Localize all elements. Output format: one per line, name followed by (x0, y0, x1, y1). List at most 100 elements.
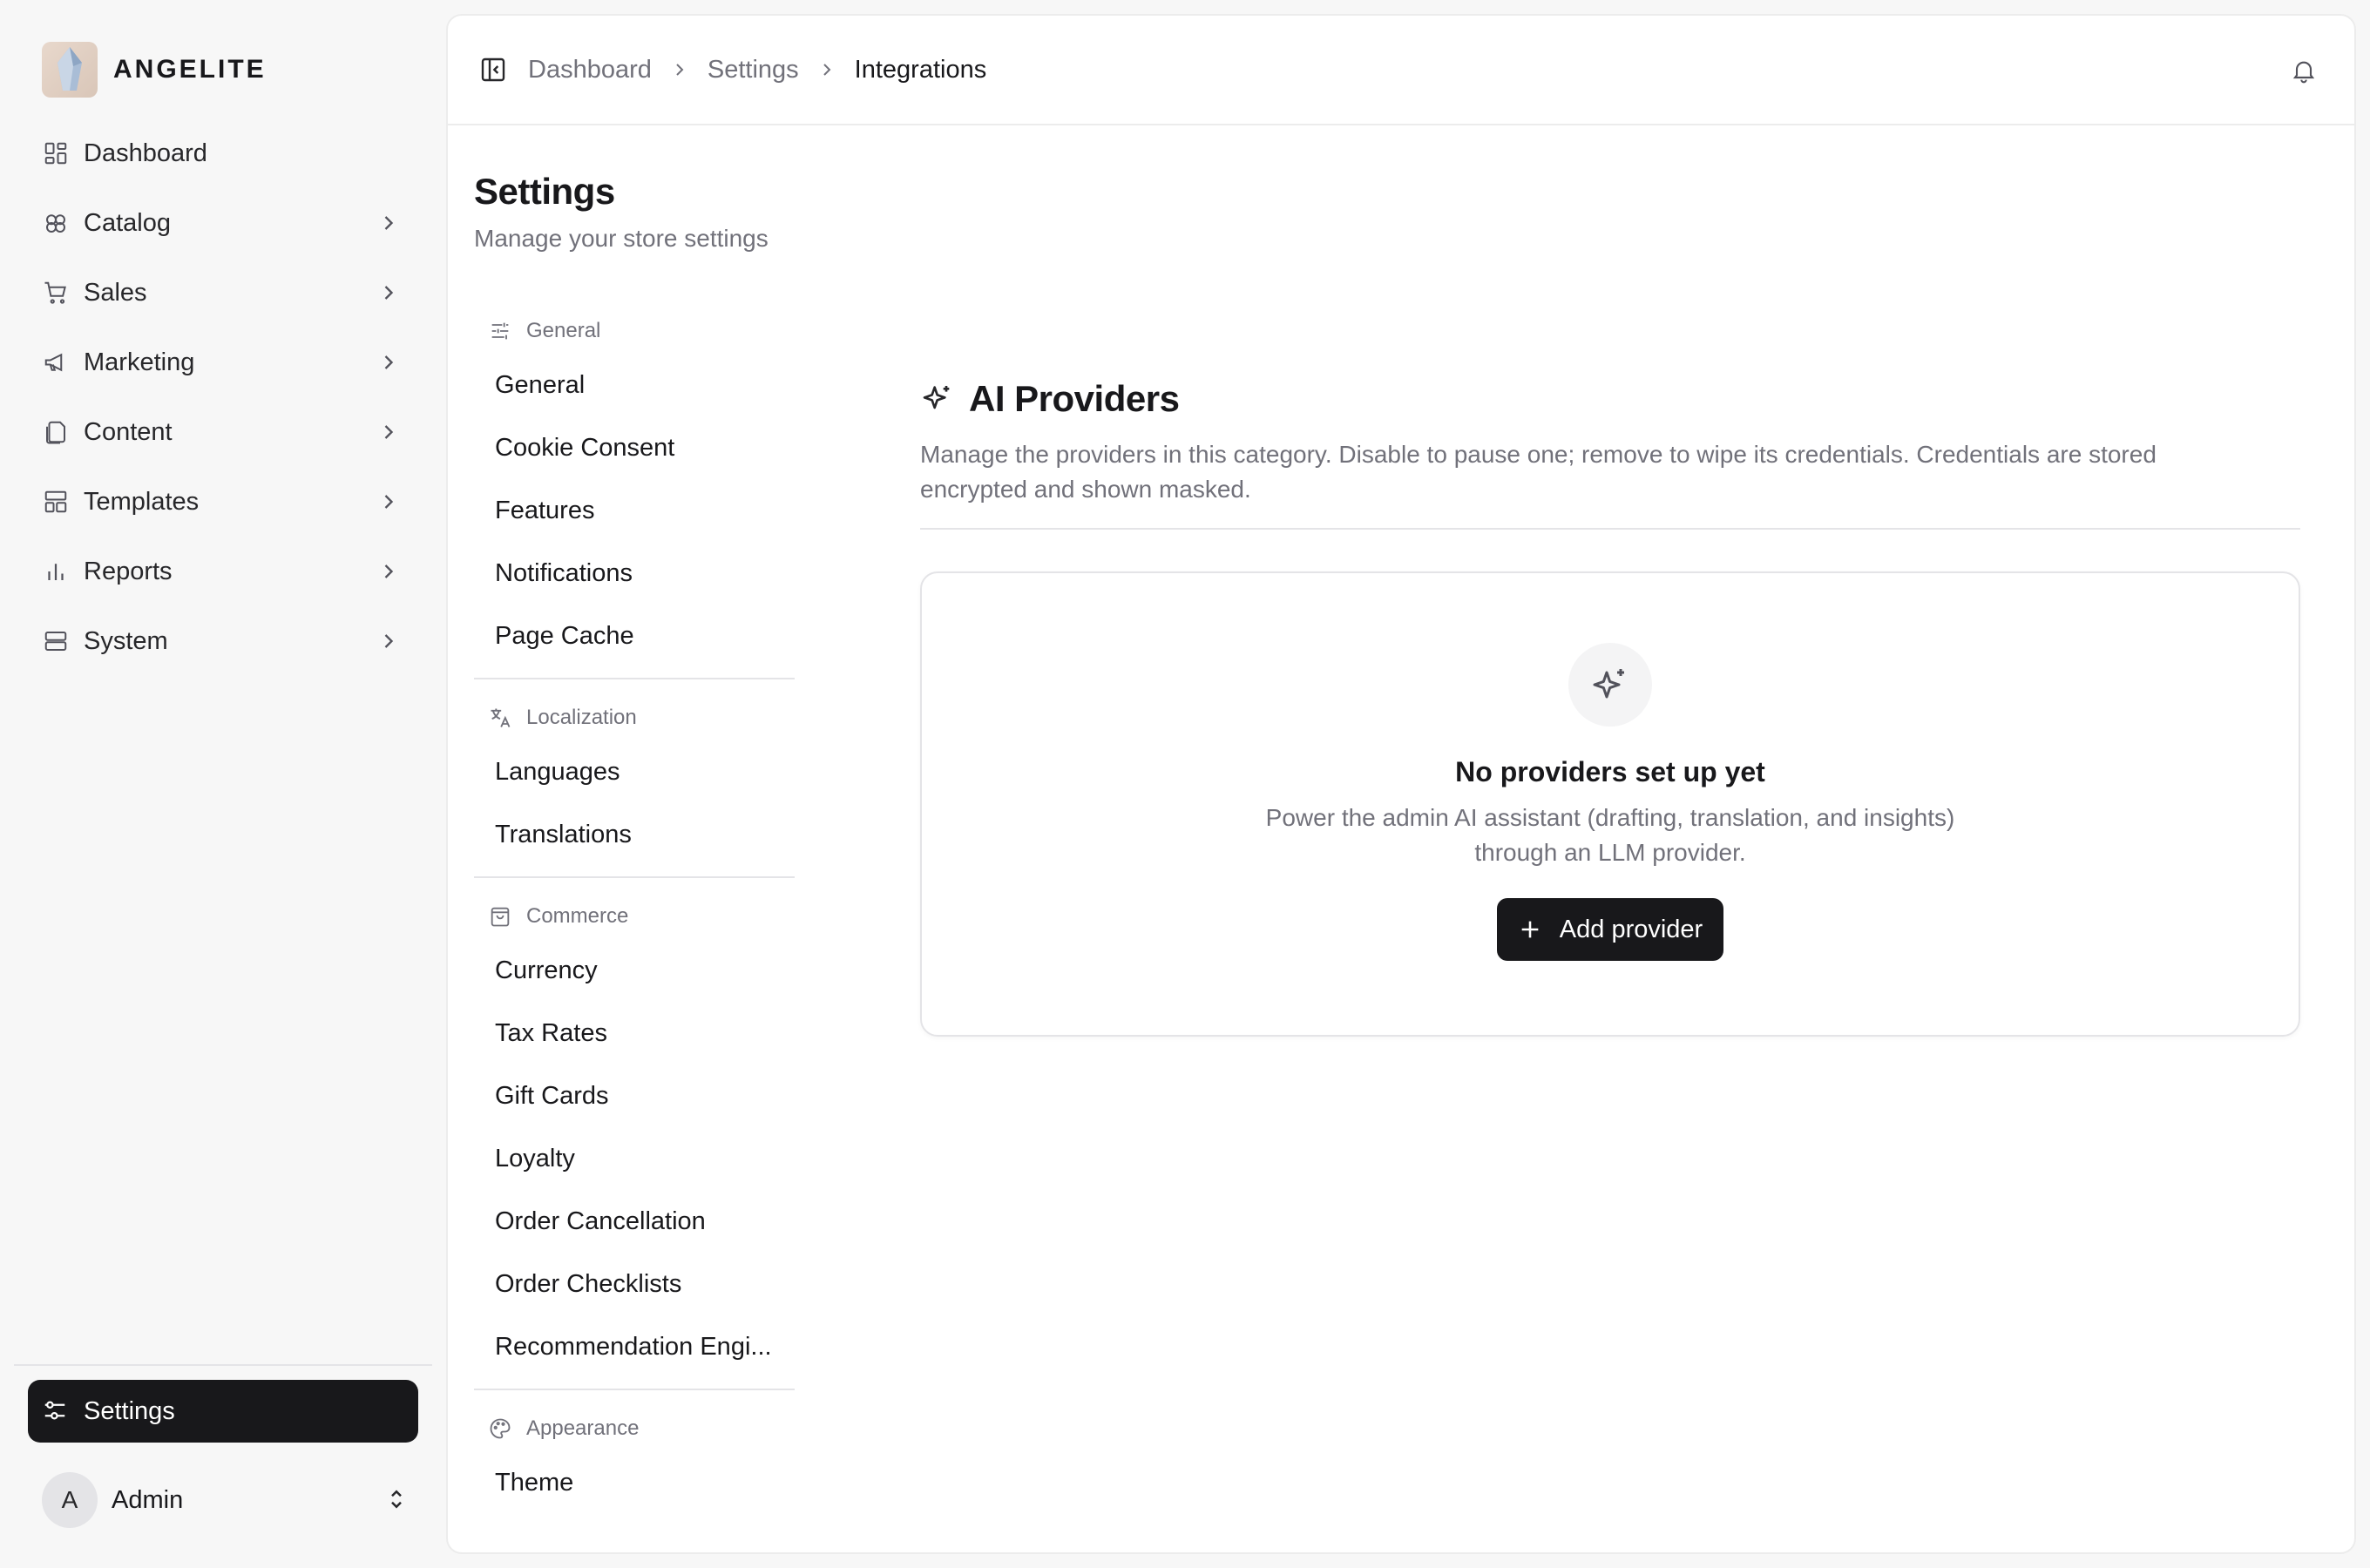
main-nav: Dashboard Catalog Sales Marketing Conten… (28, 122, 418, 679)
sidebar-item-catalog[interactable]: Catalog (28, 192, 418, 254)
group-heading-general: General (474, 308, 795, 354)
section-description: Manage the providers in this category. D… (920, 441, 2157, 503)
settings-sliders-icon (42, 1397, 70, 1425)
sidebar-item-label: Dashboard (84, 139, 207, 167)
subnav-item-order-cancellation[interactable]: Order Cancellation (474, 1190, 795, 1253)
page-subtitle: Manage your store settings (474, 225, 769, 252)
sidebar-item-label: Templates (84, 487, 200, 516)
subnav-divider (474, 1389, 795, 1390)
chevron-right-icon (376, 280, 401, 305)
dashboard-icon (42, 139, 70, 167)
group-heading-label: General (526, 319, 601, 342)
group-heading-label: Localization (526, 706, 637, 729)
chevron-right-icon (669, 59, 690, 80)
chevron-right-icon (376, 629, 401, 653)
sidebar-item-label: Content (84, 417, 173, 446)
sidebar-item-label: Marketing (84, 348, 195, 376)
sidebar-toggle-icon[interactable] (479, 56, 507, 84)
plus-icon (1518, 917, 1542, 942)
subnav-item-cookie-consent[interactable]: Cookie Consent (474, 416, 795, 479)
subnav-item-notifications[interactable]: Notifications (474, 542, 795, 605)
chevron-right-icon (816, 59, 837, 80)
group-heading-label: Commerce (526, 904, 629, 928)
files-icon (42, 418, 70, 446)
group-heading-appearance: Appearance (474, 1406, 795, 1451)
subnav-item-languages[interactable]: Languages (474, 740, 795, 803)
subnav-item-gift-cards[interactable]: Gift Cards (474, 1064, 795, 1127)
subnav-item-order-checklists[interactable]: Order Checklists (474, 1253, 795, 1315)
sidebar-item-sales[interactable]: Sales (28, 261, 418, 324)
empty-state-card: No providers set up yet Power the admin … (920, 571, 2300, 1037)
chevron-right-icon (376, 490, 401, 514)
subnav-item-tax-rates[interactable]: Tax Rates (474, 1002, 795, 1064)
translate-icon (488, 706, 512, 730)
subnav-item-page-cache[interactable]: Page Cache (474, 605, 795, 667)
section-divider (920, 528, 2300, 530)
sidebar-item-marketing[interactable]: Marketing (28, 331, 418, 394)
avatar: A (42, 1472, 98, 1528)
chevrons-up-down-icon (383, 1486, 411, 1514)
sidebar-item-content[interactable]: Content (28, 401, 418, 463)
group-heading-localization: Localization (474, 695, 795, 740)
subnav-item-features[interactable]: Features (474, 479, 795, 542)
empty-state-icon-badge (1568, 643, 1652, 727)
shopping-bag-icon (488, 904, 512, 929)
group-heading-label: Appearance (526, 1416, 640, 1440)
sidebar-item-label: Reports (84, 557, 173, 585)
sidebar-item-label: Catalog (84, 208, 171, 237)
chevron-right-icon (376, 350, 401, 375)
subnav-item-loyalty[interactable]: Loyalty (474, 1127, 795, 1190)
chevron-right-icon (376, 211, 401, 235)
bell-icon[interactable] (2290, 57, 2318, 84)
breadcrumb-settings[interactable]: Settings (708, 56, 799, 84)
subnav-item-translations[interactable]: Translations (474, 803, 795, 866)
sidebar-item-label: Sales (84, 278, 147, 307)
sidebar-divider (14, 1364, 432, 1366)
sliders-icon (488, 319, 512, 343)
empty-state-title: No providers set up yet (1455, 756, 1765, 787)
topbar: Dashboard Settings Integrations (448, 16, 2354, 125)
brand-logo (42, 42, 98, 98)
palette-icon (488, 1416, 512, 1441)
chevron-right-icon (376, 420, 401, 444)
subnav-item-theme[interactable]: Theme (474, 1451, 795, 1514)
brand[interactable]: ANGELITE (42, 42, 267, 98)
sidebar-item-dashboard[interactable]: Dashboard (28, 122, 418, 185)
subnav-item-currency[interactable]: Currency (474, 939, 795, 1002)
sidebar-item-reports[interactable]: Reports (28, 540, 418, 603)
breadcrumb-dashboard[interactable]: Dashboard (528, 56, 652, 84)
sidebar: ANGELITE Dashboard Catalog Sales Marketi… (0, 0, 446, 1568)
sparkles-icon (920, 382, 955, 416)
server-icon (42, 627, 70, 655)
main-panel: Dashboard Settings Integrations Settings… (446, 14, 2356, 1554)
chevron-right-icon (376, 559, 401, 584)
subnav-divider (474, 678, 795, 679)
cart-icon (42, 279, 70, 307)
user-name: Admin (112, 1485, 184, 1514)
subnav-item-recommendation-engine[interactable]: Recommendation Engi... (474, 1315, 795, 1378)
sidebar-item-label: System (84, 626, 168, 655)
sidebar-item-label: Settings (84, 1396, 175, 1425)
settings-subnav: General General Cookie Consent Features … (474, 308, 795, 1514)
sidebar-item-templates[interactable]: Templates (28, 470, 418, 533)
layout-icon (42, 488, 70, 516)
sparkles-icon (1589, 664, 1631, 706)
breadcrumb: Dashboard Settings Integrations (528, 56, 986, 84)
brand-name: ANGELITE (113, 55, 267, 84)
ai-providers-section: AI Providers Manage the providers in thi… (920, 375, 2300, 1037)
breadcrumb-integrations: Integrations (854, 55, 987, 84)
page-title: Settings (474, 171, 615, 212)
sidebar-item-settings[interactable]: Settings (28, 1380, 418, 1443)
user-menu[interactable]: A Admin (42, 1472, 411, 1528)
add-provider-label: Add provider (1559, 915, 1703, 943)
section-header: AI Providers (920, 375, 2300, 423)
bar-chart-icon (42, 558, 70, 585)
subnav-item-general[interactable]: General (474, 354, 795, 416)
add-provider-button[interactable]: Add provider (1496, 898, 1724, 961)
empty-state-description: Power the admin AI assistant (drafting, … (1265, 804, 1955, 866)
sidebar-item-system[interactable]: System (28, 610, 418, 672)
group-heading-commerce: Commerce (474, 894, 795, 939)
section-title: AI Providers (969, 378, 1180, 419)
megaphone-icon (42, 348, 70, 376)
catalog-icon (42, 209, 70, 237)
